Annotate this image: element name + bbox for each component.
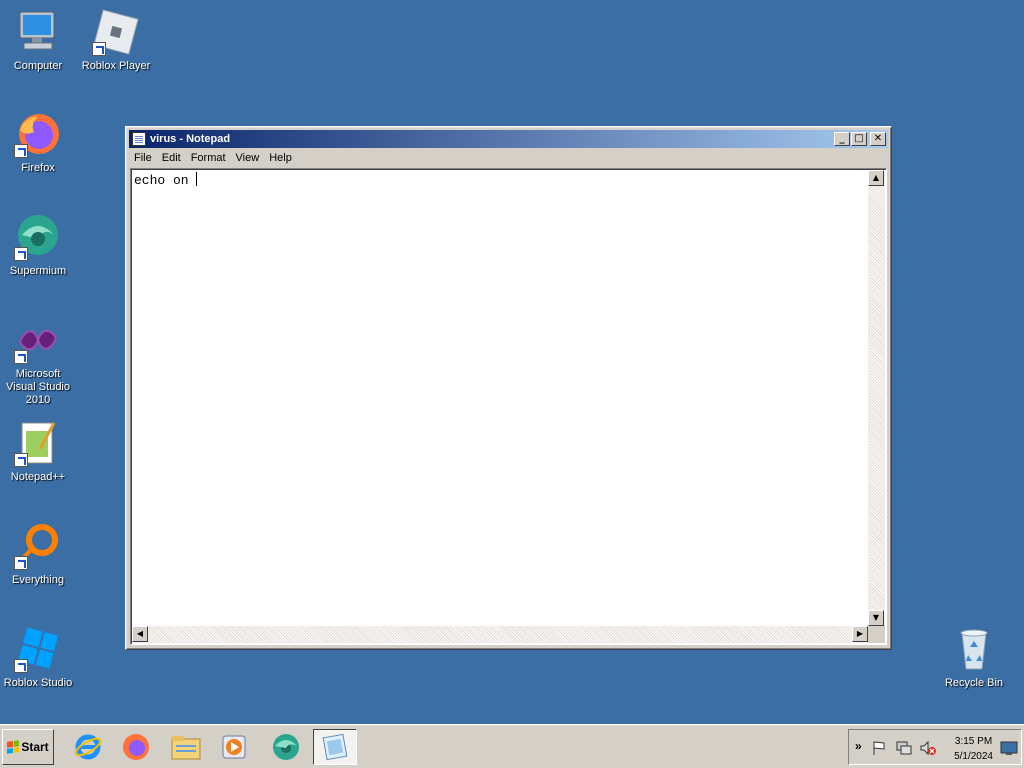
- computer-icon: [14, 8, 62, 56]
- windows-logo-icon: [7, 740, 20, 754]
- taskbar-internet-explorer[interactable]: [66, 729, 110, 765]
- clock-date: 5/1/2024: [954, 751, 993, 762]
- visual-studio-icon: [14, 316, 62, 364]
- desktop-icon-label: Firefox: [21, 162, 55, 174]
- media-player-icon: [222, 735, 246, 759]
- menu-help[interactable]: Help: [264, 152, 297, 164]
- shortcut-arrow-icon: [14, 453, 28, 467]
- roblox-studio-icon: [14, 625, 62, 673]
- menu-file[interactable]: File: [129, 152, 157, 164]
- shortcut-arrow-icon: [14, 350, 28, 364]
- scroll-right-button[interactable]: ▶: [852, 626, 868, 642]
- clock[interactable]: 3:15 PM 5/1/2024: [954, 734, 993, 764]
- notepad-window[interactable]: virus - Notepad _ □ ✕ File Edit Format V…: [125, 126, 892, 650]
- minimize-button[interactable]: _: [834, 132, 850, 146]
- window-titlebar[interactable]: virus - Notepad _ □ ✕: [129, 130, 888, 148]
- notepad-icon: [132, 132, 146, 146]
- show-hidden-icons-icon[interactable]: »: [855, 739, 862, 753]
- supermium-icon: [14, 213, 62, 261]
- start-label: Start: [21, 740, 49, 754]
- desktop-icon-recycle-bin[interactable]: Recycle Bin: [936, 625, 1012, 690]
- taskbar-notepad[interactable]: [313, 729, 357, 765]
- menu-bar: File Edit Format View Help: [129, 149, 888, 167]
- text-caret: [196, 172, 198, 186]
- clock-time: 3:15 PM: [954, 736, 993, 747]
- action-center-flag-icon[interactable]: [871, 740, 887, 756]
- volume-muted-icon[interactable]: [919, 740, 937, 756]
- text-editor-area[interactable]: echo on ▲ ▼ ◀ ▶: [130, 168, 887, 645]
- menu-view[interactable]: View: [231, 152, 265, 164]
- scroll-left-button[interactable]: ◀: [132, 626, 148, 642]
- menu-format[interactable]: Format: [186, 152, 231, 164]
- horizontal-scrollbar[interactable]: ◀ ▶: [132, 626, 868, 643]
- everything-search-icon: [14, 522, 62, 570]
- desktop-icon-everything[interactable]: Everything: [0, 522, 76, 587]
- show-desktop-icon[interactable]: [1000, 740, 1018, 756]
- menu-edit[interactable]: Edit: [157, 152, 186, 164]
- desktop-icon-label: Roblox Player: [81, 60, 151, 72]
- shortcut-arrow-icon: [92, 42, 106, 56]
- shortcut-arrow-icon: [14, 144, 28, 158]
- firefox-icon: [14, 110, 62, 158]
- desktop-icon-label: Notepad++: [10, 471, 66, 483]
- supermium-icon: [273, 734, 299, 760]
- notepad-plus-plus-icon: [14, 419, 62, 467]
- editor-content: echo on: [134, 173, 197, 188]
- desktop-icon-label: Recycle Bin: [944, 677, 1004, 689]
- shortcut-arrow-icon: [14, 247, 28, 261]
- desktop-icon-label: Computer: [13, 60, 63, 72]
- desktop-icon-roblox-player[interactable]: Roblox Player: [78, 8, 154, 73]
- recycle-bin-icon: [950, 625, 998, 673]
- shortcut-arrow-icon: [14, 556, 28, 570]
- maximize-button[interactable]: □: [851, 132, 867, 146]
- shortcut-arrow-icon: [14, 659, 28, 673]
- desktop-icon-firefox[interactable]: Firefox: [0, 110, 76, 175]
- firefox-icon: [123, 734, 149, 760]
- roblox-player-icon: [92, 8, 140, 56]
- desktop-icon-visual-studio[interactable]: Microsoft Visual Studio 2010: [0, 316, 76, 407]
- vertical-scrollbar[interactable]: ▲ ▼: [868, 170, 885, 626]
- scroll-down-button[interactable]: ▼: [868, 610, 884, 626]
- start-button[interactable]: Start: [2, 729, 54, 765]
- desktop-icon-roblox-studio[interactable]: Roblox Studio: [0, 625, 76, 690]
- desktop-icon-label: Roblox Studio: [3, 677, 73, 689]
- close-button[interactable]: ✕: [870, 132, 886, 146]
- network-icon[interactable]: [895, 740, 913, 756]
- scroll-up-button[interactable]: ▲: [868, 170, 884, 186]
- desktop-icon-label: Everything: [12, 574, 64, 586]
- notepad-icon: [322, 733, 348, 761]
- window-title: virus - Notepad: [150, 133, 231, 145]
- taskbar: Start » 3:15 PM 5/1/2024: [0, 724, 1024, 768]
- desktop-icon-label: Microsoft Visual Studio 2010: [5, 368, 70, 406]
- taskbar-media-player[interactable]: [212, 729, 256, 765]
- file-explorer-icon: [171, 736, 201, 760]
- taskbar-file-explorer[interactable]: [164, 729, 208, 765]
- scrollbar-corner: [868, 626, 885, 643]
- editor-text[interactable]: echo on: [134, 172, 198, 188]
- desktop-icon-supermium[interactable]: Supermium: [0, 213, 76, 278]
- desktop-icon-computer[interactable]: Computer: [0, 8, 76, 73]
- taskbar-firefox[interactable]: [114, 729, 158, 765]
- desktop-icon-notepad-plus-plus[interactable]: Notepad++: [0, 419, 76, 484]
- desktop-icon-label: Supermium: [9, 265, 67, 277]
- system-tray: » 3:15 PM 5/1/2024: [848, 729, 1022, 765]
- internet-explorer-icon: [74, 734, 102, 760]
- taskbar-supermium[interactable]: [264, 729, 308, 765]
